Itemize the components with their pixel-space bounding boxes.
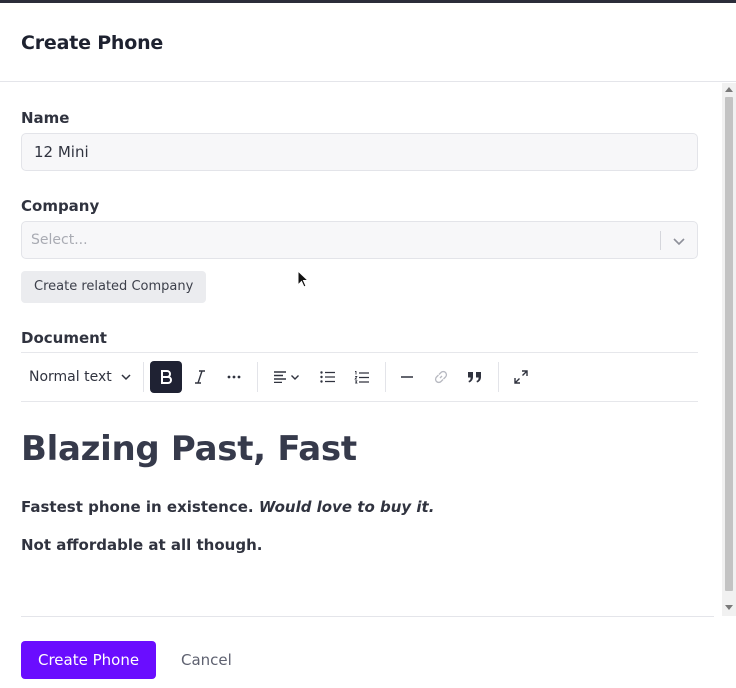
- align-icon: [273, 371, 286, 383]
- document-label: Document: [21, 329, 107, 347]
- create-related-company-button[interactable]: Create related Company: [21, 271, 207, 303]
- mouse-cursor-icon: [297, 270, 309, 288]
- horizontal-rule-button[interactable]: [391, 361, 423, 393]
- fullscreen-button[interactable]: [505, 361, 537, 393]
- bullet-list-icon: [320, 371, 335, 383]
- create-phone-button[interactable]: Create Phone: [21, 641, 157, 679]
- select-separator: [660, 231, 661, 250]
- italic-button[interactable]: [184, 361, 216, 393]
- scroll-down-icon[interactable]: [725, 605, 733, 610]
- blockquote-button[interactable]: [459, 361, 491, 393]
- bold-button[interactable]: [150, 361, 182, 393]
- modal-header: Create Phone: [0, 3, 736, 82]
- modal-title: Create Phone: [21, 32, 164, 54]
- paragraph-text: Fastest phone in existence.: [21, 498, 259, 516]
- scroll-up-icon[interactable]: [725, 87, 733, 92]
- name-input[interactable]: [21, 133, 698, 171]
- chevron-down-icon[interactable]: [671, 233, 687, 249]
- company-select[interactable]: Select...: [21, 221, 698, 259]
- vertical-scrollbar[interactable]: [722, 83, 736, 616]
- chevron-down-icon: [290, 375, 299, 380]
- scroll-thumb[interactable]: [725, 97, 733, 591]
- document-heading[interactable]: Blazing Past, Fast: [21, 429, 357, 469]
- document-paragraph[interactable]: Not affordable at all though.: [21, 536, 262, 554]
- horizontal-rule-icon: [401, 376, 413, 378]
- text-style-label: Normal text: [29, 369, 112, 385]
- more-formatting-button[interactable]: [218, 361, 250, 393]
- ordered-list-icon: [354, 370, 369, 383]
- toolbar-divider: [385, 362, 386, 392]
- toolbar-divider: [143, 362, 144, 392]
- company-select-placeholder: Select...: [31, 232, 88, 248]
- align-dropdown[interactable]: [266, 361, 306, 393]
- link-icon: [434, 370, 448, 384]
- company-label: Company: [21, 197, 100, 215]
- toolbar-divider: [257, 362, 258, 392]
- link-button[interactable]: [425, 361, 457, 393]
- editor-toolbar: Normal text: [21, 352, 698, 402]
- blockquote-icon: [468, 372, 481, 383]
- bold-icon: [161, 370, 172, 384]
- chevron-down-icon: [121, 374, 131, 381]
- italic-icon: [195, 370, 205, 384]
- document-paragraph[interactable]: Fastest phone in existence. Would love t…: [21, 498, 434, 516]
- modal-body: Name Company Select... Create related Co…: [0, 83, 722, 616]
- ordered-list-button[interactable]: [346, 361, 378, 393]
- fullscreen-icon: [514, 370, 528, 384]
- cancel-button[interactable]: Cancel: [181, 641, 232, 679]
- text-style-dropdown[interactable]: Normal text: [23, 361, 135, 393]
- footer-divider: [21, 616, 714, 617]
- bullet-list-button[interactable]: [312, 361, 344, 393]
- more-icon: [227, 375, 241, 379]
- name-label: Name: [21, 109, 70, 127]
- toolbar-divider: [498, 362, 499, 392]
- paragraph-italic-text: Would love to buy it.: [258, 498, 435, 516]
- modal-footer: Create Phone Cancel: [0, 616, 736, 688]
